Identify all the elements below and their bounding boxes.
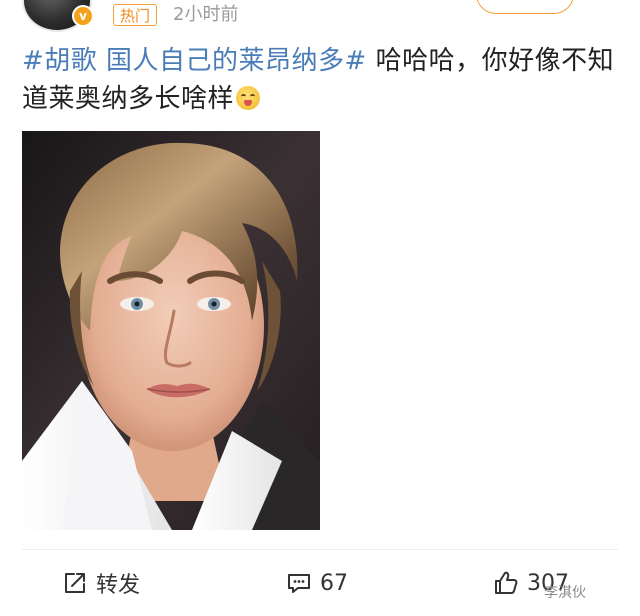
- weibo-post: v 热门 2小时前 #胡歌 国人自己的莱昂纳多# 哈哈哈，你好像不知道莱奥纳多长…: [0, 0, 640, 616]
- watermark: 李淇伙: [544, 582, 586, 602]
- thumbs-up-icon: [495, 571, 518, 594]
- post-text: #胡歌 国人自己的莱昂纳多# 哈哈哈，你好像不知道莱奥纳多长啥样: [22, 42, 622, 118]
- watermark-text: 李淇伙: [544, 585, 586, 601]
- divider: [22, 549, 618, 550]
- post-photo[interactable]: [22, 131, 320, 530]
- comment-button[interactable]: 67: [286, 566, 348, 600]
- repost-button[interactable]: 转发: [62, 566, 140, 600]
- laughing-emoji-icon: [236, 86, 261, 110]
- share-square-icon: [65, 573, 85, 593]
- comment-count: 67: [320, 570, 348, 596]
- repost-label: 转发: [96, 573, 141, 598]
- portrait-image: [22, 131, 320, 530]
- verified-badge-icon: v: [72, 5, 94, 27]
- follow-button[interactable]: [476, 0, 574, 14]
- post-time: 2小时前: [173, 4, 239, 25]
- topic-link[interactable]: #胡歌 国人自己的莱昂纳多#: [22, 46, 367, 76]
- speech-bubble-icon: [288, 574, 310, 593]
- hot-tag-badge: 热门: [113, 4, 158, 26]
